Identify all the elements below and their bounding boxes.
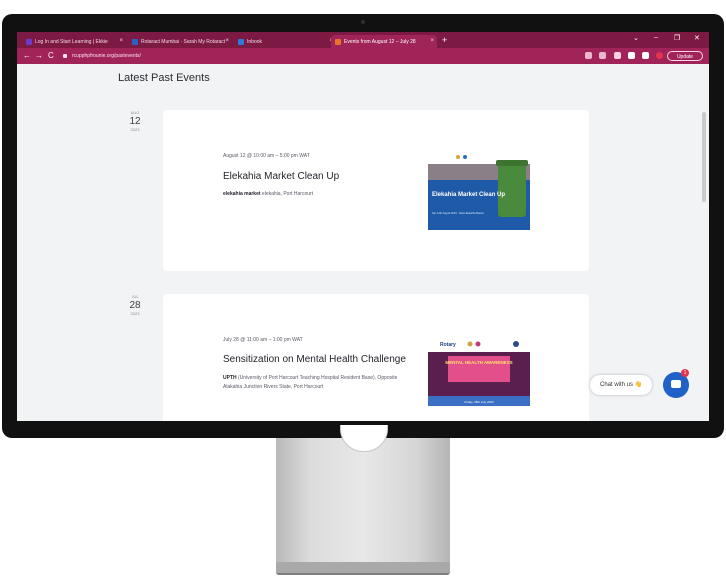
event-title-link[interactable]: Elekahia Market Clean Up <box>223 171 339 182</box>
update-button[interactable]: Update <box>667 51 703 61</box>
tab-rotaract[interactable]: Rotaract Mumbai · Sarah My Rotaract × <box>128 35 232 48</box>
tab-inbook[interactable]: Inbook × <box>234 35 336 48</box>
venue-address: elekahia, Port Harcourt <box>261 191 314 197</box>
event-thumbnail-image[interactable]: Elekahia Market Clean Up Sat, 12th Augus… <box>428 152 530 230</box>
restore-button[interactable]: ❐ <box>674 34 680 42</box>
sidebar-icon[interactable] <box>642 52 649 59</box>
mental-health-poster: Rotary MENTAL HEALTH AWARENESS Friday, 2… <box>428 338 530 406</box>
tab-favicon-icon <box>335 38 341 45</box>
webcam <box>361 20 365 24</box>
forward-button[interactable]: → <box>35 51 43 60</box>
event-date: JUL 28 2023 <box>115 294 155 316</box>
poster-subtitle: Friday, 28th July 2023 <box>464 400 494 404</box>
event-month: JUL <box>131 294 139 299</box>
close-window-button[interactable]: ✕ <box>694 34 700 42</box>
reload-button[interactable]: C <box>48 51 54 60</box>
tab-label: Rotaract Mumbai · Sarah My Rotaract <box>141 38 226 45</box>
chat-notification-badge: 1 <box>681 369 689 377</box>
event-venue: UPTH (University of Port Harcourt Teachi… <box>223 374 403 392</box>
event-card: August 12 @ 10:00 am – 5:00 pm WAT Eleka… <box>163 110 589 271</box>
poster-subtitle: Sat, 12th August 2023 · 10am Elekahia Ma… <box>432 212 484 215</box>
chat-label[interactable]: Chat with us 👋 <box>590 375 653 395</box>
monitor-stand <box>276 438 450 564</box>
poster-title: Elekahia Market Clean Up <box>432 192 505 198</box>
event-year: 2023 <box>130 127 140 132</box>
event-day: 12 <box>129 116 141 127</box>
close-tab-icon[interactable]: × <box>119 38 123 44</box>
close-tab-icon[interactable]: × <box>430 38 434 44</box>
tab-events-active[interactable]: Events from August 12 – July 28 × <box>331 35 437 48</box>
event-date: AUG 12 2023 <box>115 110 155 132</box>
event-card: July 28 @ 11:00 am – 1:00 pm WAT Sensiti… <box>163 294 589 421</box>
event-venue: elekahia market elekahia, Port Harcourt <box>223 190 403 199</box>
event-time: July 28 @ 11:00 am – 1:00 pm WAT <box>223 337 303 343</box>
chat-bubble-icon <box>671 380 681 388</box>
venue-name: UPTH <box>223 375 237 381</box>
profile-avatar-icon[interactable] <box>656 52 663 59</box>
poster-title: MENTAL HEALTH AWARENESS <box>445 360 512 365</box>
address-bar-row: ← → C rcupphpfrounie.org/pastevents/ Upd… <box>17 48 709 64</box>
tab-label: Inbook <box>247 38 263 45</box>
monitor-stand-base <box>276 562 450 575</box>
tab-favicon-icon <box>26 38 32 45</box>
close-tab-icon[interactable]: × <box>225 38 229 44</box>
venue-name: elekahia market <box>223 191 261 197</box>
event-time: August 12 @ 10:00 am – 5:00 pm WAT <box>223 153 310 159</box>
new-tab-button[interactable]: + <box>442 35 447 45</box>
tab-favicon-icon <box>238 38 244 45</box>
url-text: rcupphpfrounie.org/pastevents/ <box>72 53 141 59</box>
event-year: 2023 <box>130 311 140 316</box>
event-day: 28 <box>129 300 141 311</box>
venue-address: (University of Port Harcourt Teaching Ho… <box>223 375 398 390</box>
event-month: AUG <box>130 110 140 115</box>
tab-label: Events from August 12 – July 28 <box>344 38 416 45</box>
tab-label: Log In and Start Learning | Ekkie <box>35 38 108 45</box>
tab-bar: Log In and Start Learning | Ekkie × Rota… <box>17 32 709 48</box>
tab-search-icon[interactable]: ⌄ <box>633 34 639 42</box>
tab-learning[interactable]: Log In and Start Learning | Ekkie × <box>22 35 126 48</box>
page-title: Latest Past Events <box>118 72 210 84</box>
bookmark-star-icon[interactable] <box>599 52 606 59</box>
back-button[interactable]: ← <box>23 51 31 60</box>
extensions-puzzle-icon[interactable] <box>628 52 635 59</box>
scrollbar-thumb[interactable] <box>702 112 706 202</box>
extension-icon[interactable] <box>614 52 621 59</box>
screen: Log In and Start Learning | Ekkie × Rota… <box>17 32 709 421</box>
tab-favicon-icon <box>132 38 138 45</box>
url-field[interactable]: rcupphpfrounie.org/pastevents/ <box>63 51 583 61</box>
event-thumbnail-image[interactable]: Rotary MENTAL HEALTH AWARENESS Friday, 2… <box>428 338 530 406</box>
event-title-link[interactable]: Sensitization on Mental Health Challenge <box>223 354 406 365</box>
minimize-button[interactable]: – <box>654 34 658 41</box>
share-icon[interactable] <box>585 52 592 59</box>
poster-logo: Rotary <box>440 342 456 348</box>
lock-icon <box>63 53 67 58</box>
cleanup-poster: Elekahia Market Clean Up Sat, 12th Augus… <box>428 152 530 230</box>
